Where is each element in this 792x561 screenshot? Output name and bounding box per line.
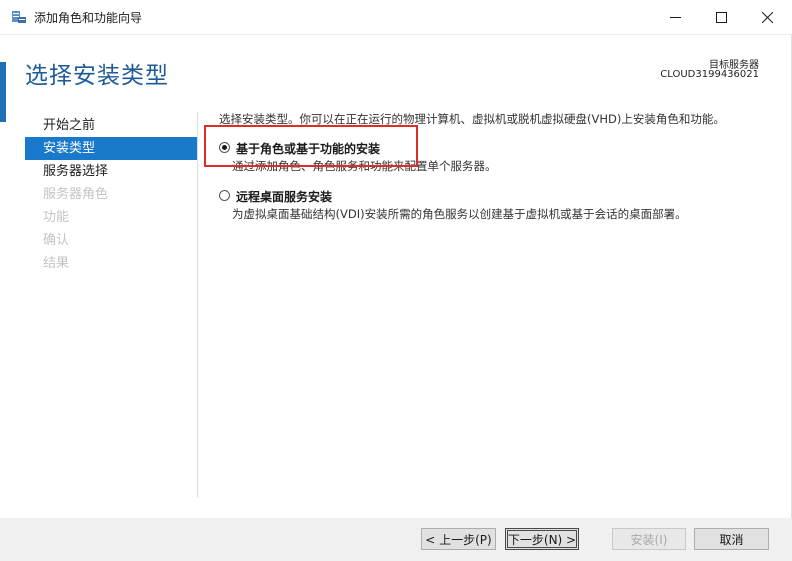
option-remote-desktop-description: 为虚拟桌面基础结构(VDI)安装所需的角色服务以创建基于虚拟机或基于会话的桌面部… <box>232 207 687 221</box>
target-server-name: CLOUD3199436021 <box>660 69 759 80</box>
window-title: 添加角色和功能向导 <box>34 11 143 25</box>
nav-item-results: 结果 <box>43 256 70 271</box>
background-window-edge <box>0 62 6 122</box>
nav-item-before-you-begin[interactable]: 开始之前 <box>25 114 197 137</box>
close-icon <box>761 11 773 23</box>
maximize-button[interactable] <box>698 0 744 34</box>
minimize-button[interactable] <box>652 0 698 34</box>
nav-item-confirmation: 确认 <box>43 233 70 248</box>
option-remote-desktop-label[interactable]: 远程桌面服务安装 <box>236 188 332 205</box>
nav-item-server-selection[interactable]: 服务器选择 <box>25 160 197 183</box>
highlight-annotation <box>204 125 418 167</box>
server-manager-icon <box>11 9 27 25</box>
close-button[interactable] <box>744 0 790 34</box>
nav-item-server-roles: 服务器角色 <box>43 187 109 202</box>
nav-item-installation-type[interactable]: 安装类型 <box>25 137 197 160</box>
radio-remote-desktop[interactable] <box>219 190 230 201</box>
cancel-button[interactable]: 取消 <box>694 528 769 550</box>
next-button[interactable]: 下一步(N) > <box>505 528 579 550</box>
nav-divider <box>197 112 198 497</box>
previous-button[interactable]: < 上一步(P) <box>421 528 496 550</box>
page-title: 选择安装类型 <box>25 63 169 89</box>
maximize-icon <box>715 11 727 23</box>
wizard-footer: < 上一步(P) 下一步(N) > 安装(I) 取消 <box>0 518 792 561</box>
title-bar: 添加角色和功能向导 <box>0 0 792 35</box>
minimize-icon <box>669 12 681 23</box>
nav-item-features: 功能 <box>43 210 70 225</box>
wizard-nav: 开始之前 安装类型 服务器选择 服务器角色 功能 确认 结果 <box>25 114 197 275</box>
install-button: 安装(I) <box>612 528 686 550</box>
